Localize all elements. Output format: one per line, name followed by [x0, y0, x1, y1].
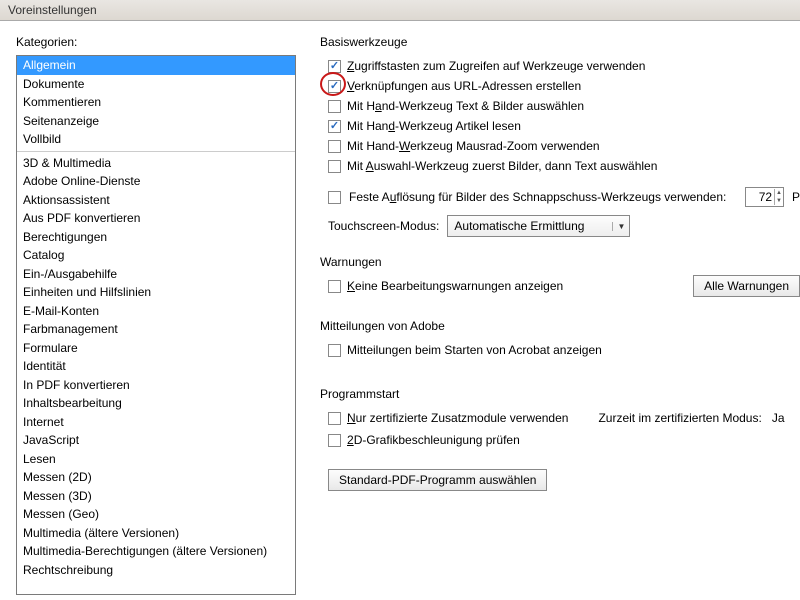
category-item[interactable]: Formulare — [17, 339, 295, 358]
checkbox-label: Nur zertifizierte Zusatzmodule verwenden — [347, 411, 568, 425]
category-item[interactable]: Kommentieren — [17, 93, 295, 112]
group-adobe: Mitteilungen von Adobe Mitteilungen beim… — [320, 319, 800, 357]
group-programmstart: Programmstart Nur zertifizierte Zusatzmo… — [320, 387, 800, 491]
category-item[interactable]: Lesen — [17, 450, 295, 469]
category-item[interactable]: 3D & Multimedia — [17, 154, 295, 173]
category-item[interactable]: Inhaltsbearbeitung — [17, 394, 295, 413]
category-item[interactable]: Berechtigungen — [17, 228, 295, 247]
cert-status-value: Ja — [772, 411, 785, 425]
checkbox-hand-select[interactable] — [328, 100, 341, 113]
checkbox-snapshot-res[interactable] — [328, 191, 341, 204]
checkbox-label: Zugriffstasten zum Zugreifen auf Werkzeu… — [347, 59, 645, 73]
checkbox-2d-accel[interactable] — [328, 434, 341, 447]
group-title: Mitteilungen von Adobe — [320, 319, 800, 333]
window-titlebar: Voreinstellungen — [0, 0, 800, 21]
checkbox-hand-articles[interactable] — [328, 120, 341, 133]
categories-listbox[interactable]: AllgemeinDokumenteKommentierenSeitenanze… — [16, 55, 296, 595]
snapshot-res-spinner[interactable]: ▲▼ — [745, 187, 784, 207]
category-item[interactable]: Rechtschreibung — [17, 561, 295, 580]
checkbox-label: Mit Hand-Werkzeug Artikel lesen — [347, 119, 521, 133]
category-item[interactable]: Internet — [17, 413, 295, 432]
category-item[interactable]: Aus PDF konvertieren — [17, 209, 295, 228]
checkbox-label: Keine Bearbeitungswarnungen anzeigen — [347, 279, 563, 293]
category-item[interactable]: Multimedia-Berechtigungen (ältere Versio… — [17, 542, 295, 561]
category-item[interactable]: Catalog — [17, 246, 295, 265]
checkbox-hand-zoom[interactable] — [328, 140, 341, 153]
dropdown-value: Automatische Ermittlung — [454, 219, 584, 233]
checkbox-url-links[interactable] — [328, 80, 341, 93]
checkbox-label: Feste Auflösung für Bilder des Schnappsc… — [349, 190, 726, 204]
checkbox-label: Verknüpfungen aus URL-Adressen erstellen — [347, 79, 581, 93]
category-item[interactable]: Aktionsassistent — [17, 191, 295, 210]
category-item[interactable]: Ein-/Ausgabehilfe — [17, 265, 295, 284]
group-title: Basiswerkzeuge — [320, 35, 800, 49]
checkbox-label: Mit Auswahl-Werkzeug zuerst Bilder, dann… — [347, 159, 657, 173]
category-item[interactable]: Messen (3D) — [17, 487, 295, 506]
checkbox-label: Mit Hand-Werkzeug Text & Bilder auswähle… — [347, 99, 584, 113]
separator — [17, 151, 295, 152]
spinner-up-icon[interactable]: ▲ — [775, 189, 783, 197]
category-item[interactable]: Einheiten und Hilfslinien — [17, 283, 295, 302]
spinner-down-icon[interactable]: ▼ — [775, 197, 783, 205]
group-warnungen: Warnungen Keine Bearbeitungswarnungen an… — [320, 255, 800, 293]
category-item[interactable]: Multimedia (ältere Versionen) — [17, 524, 295, 543]
group-title: Warnungen — [320, 255, 800, 269]
category-item[interactable]: Vollbild — [17, 130, 295, 149]
checkbox-certified-only[interactable] — [328, 412, 341, 425]
checkbox-no-edit-warn[interactable] — [328, 280, 341, 293]
category-item[interactable]: Identität — [17, 357, 295, 376]
checkbox-accesskeys[interactable] — [328, 60, 341, 73]
checkbox-adobe-msgs[interactable] — [328, 344, 341, 357]
category-item[interactable]: Dokumente — [17, 75, 295, 94]
category-item[interactable]: JavaScript — [17, 431, 295, 450]
group-basiswerkzeuge: Basiswerkzeuge Zugriffstasten zum Zugrei… — [320, 35, 800, 237]
category-item[interactable]: Messen (2D) — [17, 468, 295, 487]
category-item[interactable]: Messen (Geo) — [17, 505, 295, 524]
group-title: Programmstart — [320, 387, 800, 401]
window-title: Voreinstellungen — [8, 3, 97, 17]
category-item[interactable]: Seitenanzeige — [17, 112, 295, 131]
snapshot-res-input[interactable] — [746, 189, 774, 205]
category-item[interactable]: E-Mail-Konten — [17, 302, 295, 321]
category-item[interactable]: Allgemein — [17, 56, 295, 75]
touchscreen-mode-dropdown[interactable]: Automatische Ermittlung ▼ — [447, 215, 630, 237]
category-item[interactable]: In PDF konvertieren — [17, 376, 295, 395]
cert-status-label: Zurzeit im zertifizierten Modus: — [598, 411, 761, 425]
category-item[interactable]: Adobe Online-Dienste — [17, 172, 295, 191]
reset-warnings-button[interactable]: Alle Warnungen — [693, 275, 800, 297]
checkbox-label: Mit Hand-Werkzeug Mausrad-Zoom verwenden — [347, 139, 600, 153]
checkbox-label: 2D-Grafikbeschleunigung prüfen — [347, 433, 520, 447]
chevron-down-icon: ▼ — [612, 222, 625, 231]
checkbox-selection-order[interactable] — [328, 160, 341, 173]
default-pdf-button[interactable]: Standard-PDF-Programm auswählen — [328, 469, 547, 491]
categories-label: Kategorien: — [16, 35, 304, 49]
checkbox-label: Mitteilungen beim Starten von Acrobat an… — [347, 343, 602, 357]
category-item[interactable]: Farbmanagement — [17, 320, 295, 339]
touchscreen-mode-label: Touchscreen-Modus: — [328, 219, 439, 233]
unit-label: Pixel — [792, 190, 800, 204]
